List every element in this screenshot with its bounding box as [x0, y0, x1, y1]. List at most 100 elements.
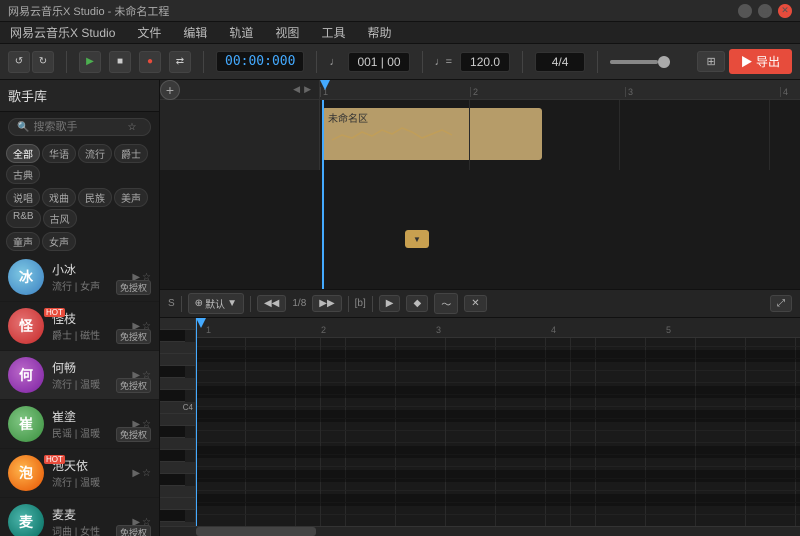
pr-play-button[interactable]: ▶ — [379, 295, 401, 312]
piano-key[interactable] — [160, 462, 195, 474]
time-display: 00:00:000 — [216, 51, 304, 72]
sep4 — [422, 51, 423, 73]
scroll-thumb[interactable] — [196, 527, 316, 536]
pr-wave-button[interactable]: 〜 — [434, 293, 458, 314]
piano-key[interactable] — [160, 318, 195, 330]
singer-item[interactable]: 何何畅流行 | 温暖▶☆免授权 — [0, 351, 159, 400]
singer-item[interactable]: 崔崔塗民谣 | 温暖▶☆免授权 — [0, 400, 159, 449]
piano-key[interactable] — [160, 414, 195, 426]
piano-key[interactable] — [160, 342, 195, 354]
pr-close-button[interactable]: ✕ — [464, 295, 486, 312]
menu-app[interactable]: 网易云音乐X Studio — [6, 22, 119, 43]
stop-button[interactable]: ■ — [109, 51, 131, 73]
track-playhead — [322, 100, 324, 289]
piano-key[interactable] — [160, 426, 185, 438]
sidebar-header: 歌手库 — [0, 80, 159, 112]
undo-button[interactable]: ↺ — [8, 51, 30, 73]
fullscreen-button[interactable]: ⊞ — [697, 51, 724, 72]
titlebar: 网易云音乐X Studio - 未命名工程 ─ □ ✕ — [0, 0, 800, 22]
volume-slider[interactable] — [610, 60, 670, 64]
piano-roll-ruler: 1 2 3 4 5 — [196, 318, 800, 338]
track-scroll-left[interactable]: ◀ — [293, 84, 300, 95]
piano-roll-scrollbar[interactable] — [160, 526, 800, 536]
redo-button[interactable]: ↻ — [32, 51, 54, 73]
piano-key[interactable]: C4 — [160, 402, 195, 414]
singer-item[interactable]: 怪怪枝爵士 | 磁性▶☆HOT免授权 — [0, 302, 159, 351]
pr-diamond-button[interactable]: ◆ — [406, 295, 428, 312]
piano-key[interactable] — [160, 354, 195, 366]
favorite-icon[interactable]: ☆ — [127, 122, 136, 133]
bpm-value: 120.0 — [470, 55, 500, 69]
pr-next-button[interactable]: ▶▶ — [312, 295, 341, 312]
singer-play-button[interactable]: ▶ — [132, 468, 140, 479]
add-track-button[interactable]: + — [160, 80, 180, 100]
filter-ancient[interactable]: 古风 — [43, 209, 77, 228]
piano-key[interactable] — [160, 486, 195, 498]
pr-prev-button[interactable]: ◀◀ — [257, 295, 286, 312]
singer-item[interactable]: 冰小冰流行 | 女声▶☆免授权 — [0, 253, 159, 302]
black-key-row — [196, 446, 800, 458]
piano-key[interactable] — [160, 366, 185, 378]
sep2 — [203, 51, 204, 73]
piano-key[interactable] — [160, 450, 185, 462]
filter-child[interactable]: 童声 — [6, 232, 40, 251]
pr-snap-button[interactable]: ⊕ 默认 ▼ — [188, 293, 244, 314]
black-key-row — [196, 494, 800, 506]
track-area: + ◀ ▶ 1 2 3 4 何 何 — [160, 80, 800, 290]
menu-file[interactable]: 文件 — [133, 22, 165, 43]
free-badge: 免授权 — [116, 280, 151, 295]
singer-item[interactable]: 泡泡天依流行 | 温暖▶☆HOT — [0, 449, 159, 498]
export-button[interactable]: ▶ 导出 — [729, 49, 792, 74]
piano-roll-grid[interactable]: 1 2 3 4 5 (function(){ const shading = d… — [196, 318, 800, 526]
piano-key[interactable] — [160, 330, 185, 342]
filter-opera[interactable]: 戏曲 — [42, 188, 76, 207]
menu-edit[interactable]: 编辑 — [179, 22, 211, 43]
filter-female[interactable]: 女声 — [42, 232, 76, 251]
play-button[interactable]: ▶ — [79, 51, 101, 73]
filter-all[interactable]: 全部 — [6, 144, 40, 163]
piano-key[interactable] — [160, 378, 195, 390]
maximize-button[interactable]: □ — [758, 4, 772, 18]
piano-key[interactable] — [160, 438, 195, 450]
piano-key[interactable] — [160, 510, 185, 522]
filter-row-2: 说唱 戏曲 民族 美声 R&B 古风 — [0, 186, 159, 230]
filter-rap[interactable]: 说唱 — [6, 188, 40, 207]
menu-tools[interactable]: 工具 — [317, 22, 349, 43]
record-button[interactable]: ● — [139, 51, 161, 73]
menu-help[interactable]: 帮助 — [363, 22, 395, 43]
minimize-button[interactable]: ─ — [738, 4, 752, 18]
menu-track[interactable]: 轨道 — [225, 22, 257, 43]
singer-avatar: 何 — [8, 357, 44, 393]
singer-info: 何畅流行 | 温暖 — [52, 359, 124, 391]
close-button[interactable]: ✕ — [778, 4, 792, 18]
grid-mark-5: 5 — [666, 325, 671, 335]
singer-favorite-button[interactable]: ☆ — [142, 468, 151, 479]
filter-pop[interactable]: 流行 — [78, 144, 112, 163]
pr-expand-button[interactable]: ⤢ — [770, 295, 792, 312]
piano-key[interactable] — [160, 474, 185, 486]
piano-key[interactable] — [160, 390, 185, 402]
search-input[interactable] — [33, 121, 123, 133]
singer-name: 何畅 — [52, 359, 124, 376]
filter-chinese[interactable]: 华语 — [42, 144, 76, 163]
filter-classical[interactable]: 古典 — [6, 165, 40, 184]
filter-rnb[interactable]: R&B — [6, 209, 41, 228]
track-scroll-right[interactable]: ▶ — [304, 84, 311, 95]
piano-key[interactable] — [160, 522, 195, 526]
track-list-header: + ◀ ▶ — [160, 80, 320, 100]
menu-view[interactable]: 视图 — [271, 22, 303, 43]
filter-bel-canto[interactable]: 美声 — [114, 188, 148, 207]
sidebar: 歌手库 🔍 ☆ 全部 华语 流行 爵士 古典 说唱 戏曲 民族 美声 R&B 古… — [0, 80, 160, 536]
track-clip[interactable]: ▼ — [405, 230, 429, 248]
singer-item[interactable]: 麦麦麦词曲 | 女性▶☆免授权 — [0, 498, 159, 536]
snap-label: 默认 — [205, 296, 225, 311]
chevron-down-icon: ▼ — [227, 298, 237, 309]
search-bar[interactable]: 🔍 ☆ — [8, 118, 151, 136]
piano-key[interactable] — [160, 498, 195, 510]
loop-button[interactable]: ⇄ — [169, 51, 191, 73]
free-badge: 免授权 — [116, 427, 151, 442]
black-key-row — [196, 386, 800, 398]
filter-jazz[interactable]: 爵士 — [114, 144, 148, 163]
singer-info: 崔塗民谣 | 温暖 — [52, 408, 124, 440]
filter-folk[interactable]: 民族 — [78, 188, 112, 207]
